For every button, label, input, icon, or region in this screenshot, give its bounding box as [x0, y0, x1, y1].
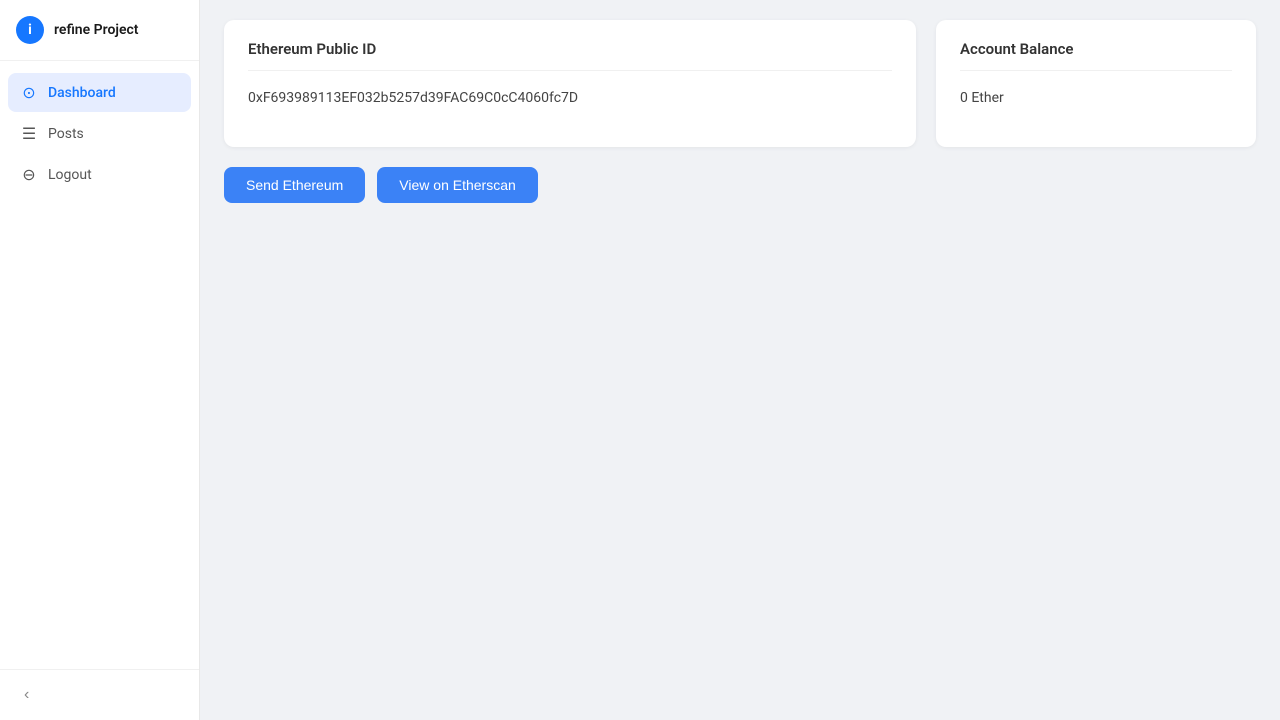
- sidebar-item-dashboard[interactable]: ⊙ Dashboard: [8, 73, 191, 112]
- sidebar-navigation: ⊙ Dashboard ☰ Posts ⊖ Logout: [0, 61, 199, 669]
- sidebar-collapse-area: ‹: [0, 669, 199, 720]
- app-logo: i refine Project: [0, 0, 199, 61]
- account-balance-card-title: Account Balance: [960, 40, 1232, 71]
- ethereum-id-value: 0xF693989113EF032b5257d39FAC69C0cC4060fc…: [248, 87, 892, 127]
- dashboard-icon: ⊙: [20, 83, 38, 102]
- view-etherscan-button[interactable]: View on Etherscan: [377, 167, 537, 203]
- account-balance-value: 0 Ether: [960, 87, 1232, 127]
- account-balance-card: Account Balance 0 Ether: [936, 20, 1256, 147]
- action-buttons-row: Send Ethereum View on Etherscan: [224, 167, 1256, 203]
- sidebar-item-dashboard-label: Dashboard: [48, 85, 116, 101]
- ethereum-id-card: Ethereum Public ID 0xF693989113EF032b525…: [224, 20, 916, 147]
- logo-icon: i: [16, 16, 44, 44]
- sidebar-item-logout-label: Logout: [48, 167, 92, 183]
- sidebar-item-logout[interactable]: ⊖ Logout: [8, 155, 191, 194]
- send-ethereum-button[interactable]: Send Ethereum: [224, 167, 365, 203]
- logout-icon: ⊖: [20, 165, 38, 184]
- main-content: Ethereum Public ID 0xF693989113EF032b525…: [200, 0, 1280, 720]
- cards-row: Ethereum Public ID 0xF693989113EF032b525…: [224, 20, 1256, 147]
- collapse-sidebar-button[interactable]: ‹: [16, 682, 37, 708]
- sidebar-item-posts[interactable]: ☰ Posts: [8, 114, 191, 153]
- ethereum-id-card-title: Ethereum Public ID: [248, 40, 892, 71]
- posts-icon: ☰: [20, 124, 38, 143]
- sidebar-item-posts-label: Posts: [48, 126, 84, 142]
- app-title: refine Project: [54, 22, 139, 38]
- chevron-left-icon: ‹: [24, 686, 29, 703]
- sidebar: i refine Project ⊙ Dashboard ☰ Posts ⊖ L…: [0, 0, 200, 720]
